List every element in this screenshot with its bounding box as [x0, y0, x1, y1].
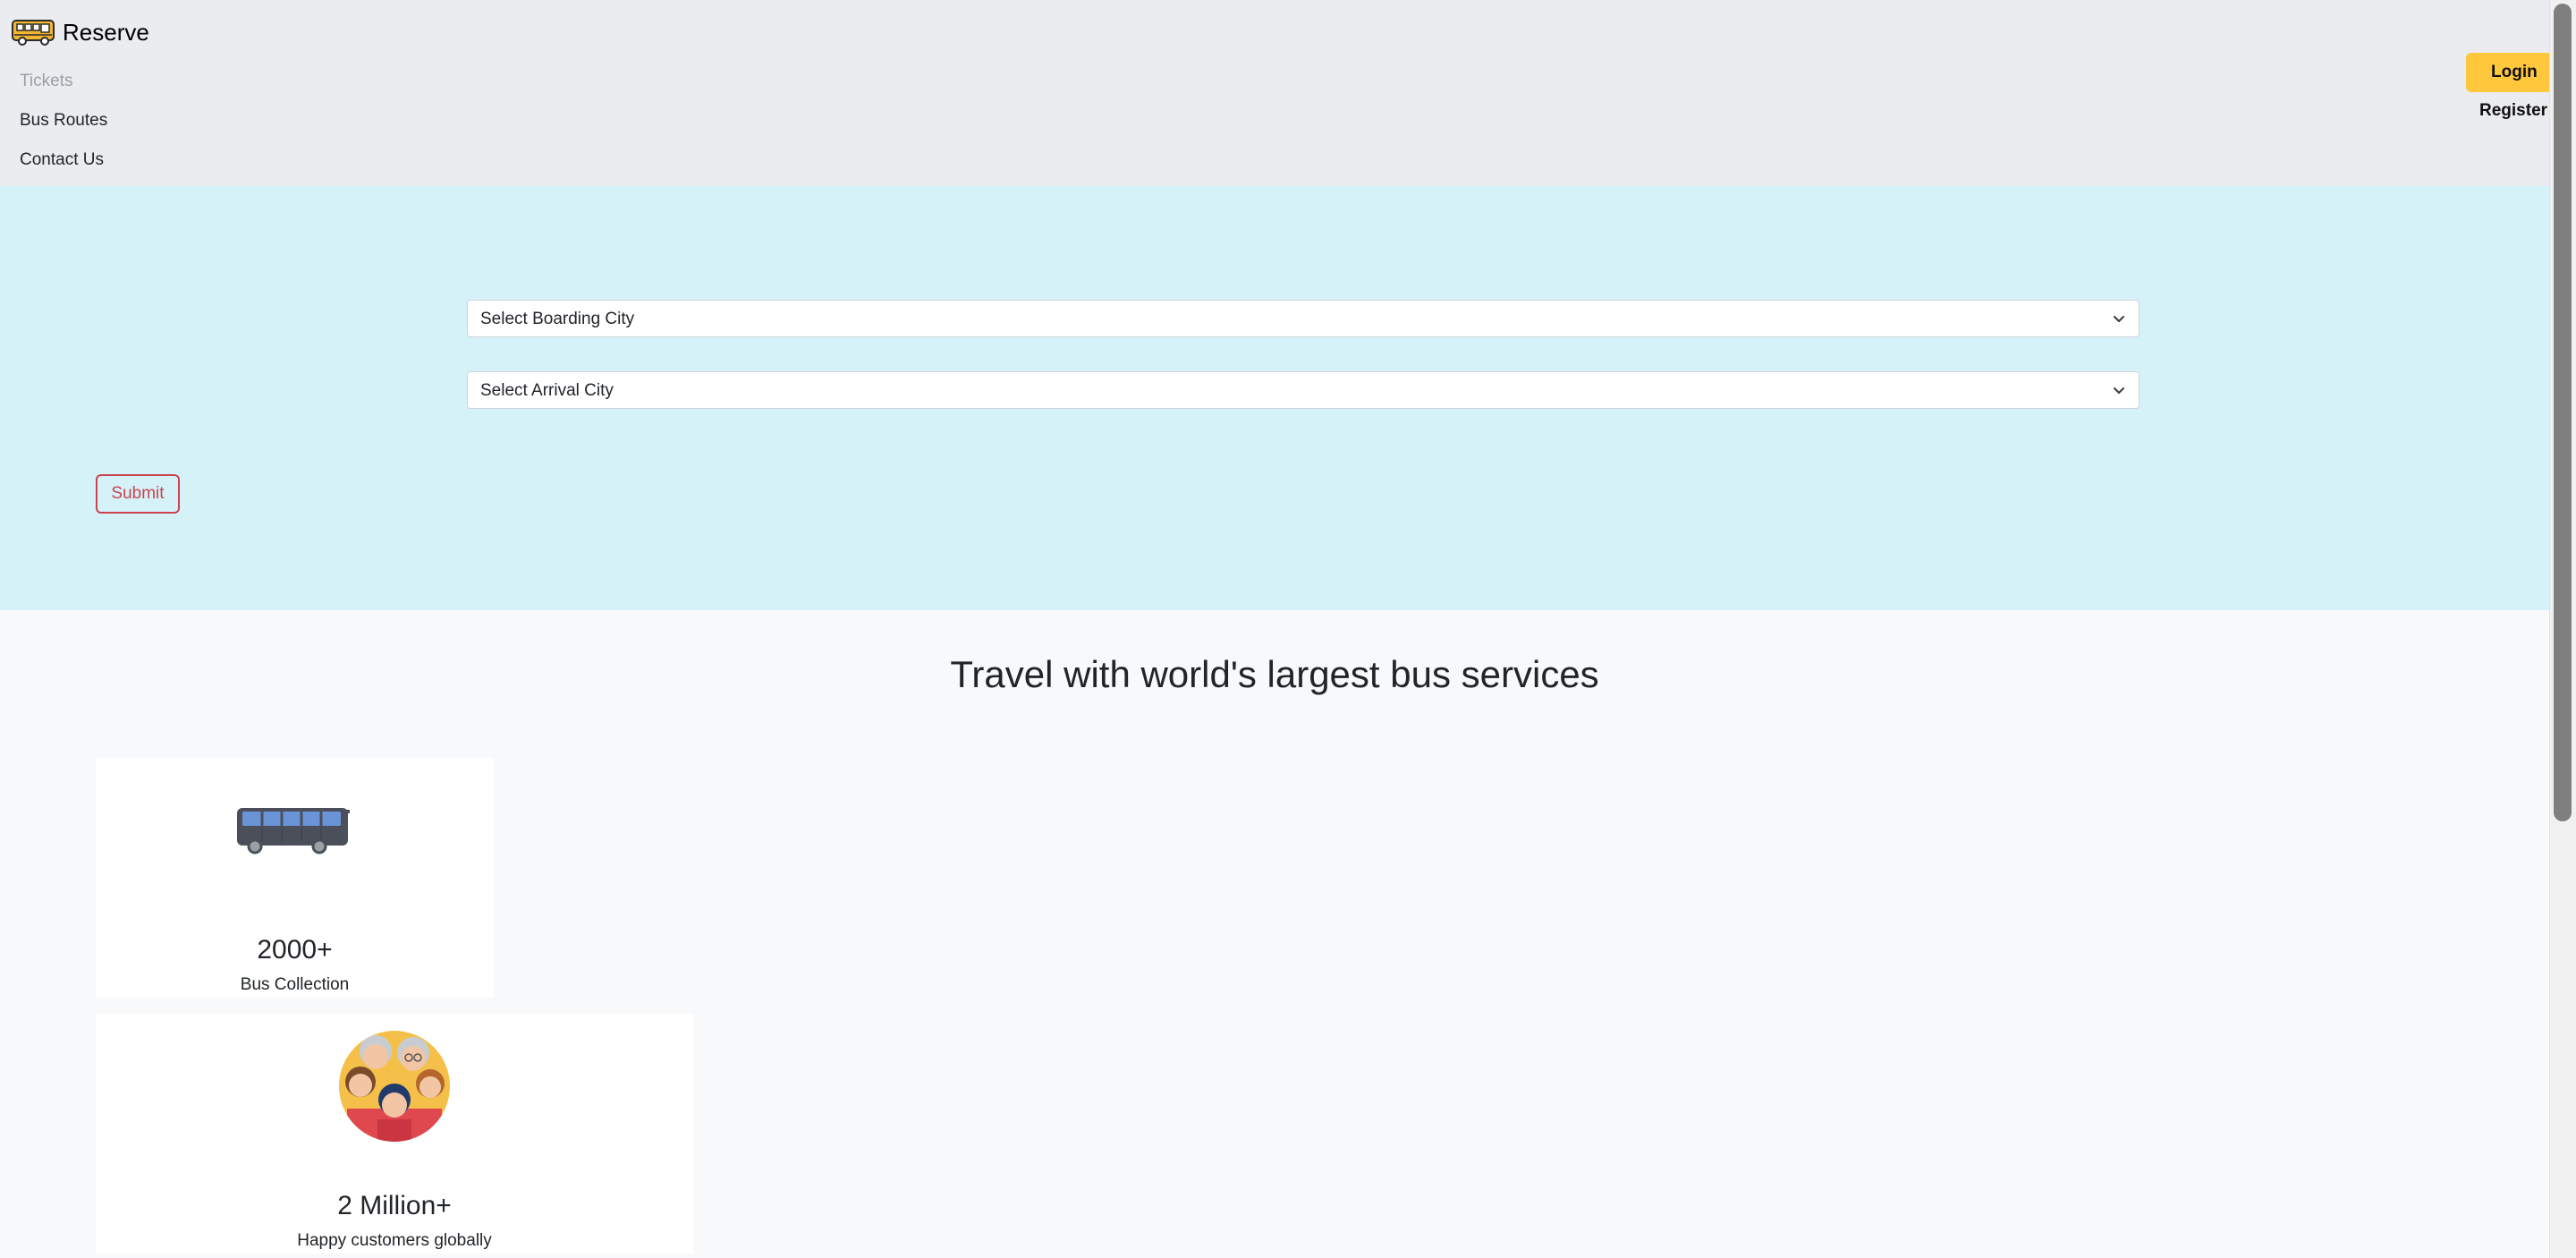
- stat-number: 2 Million+: [337, 1191, 452, 1220]
- brand-name: Reserve: [63, 18, 149, 46]
- search-section: Select Boarding City Select Arrival City…: [0, 186, 2549, 610]
- stat-card-bus-collection: 2000+ Bus Collection: [96, 758, 494, 998]
- nav-item-contact-us[interactable]: Contact Us: [20, 150, 104, 170]
- submit-button[interactable]: Submit: [96, 474, 180, 514]
- nav-item-bus-routes[interactable]: Bus Routes: [20, 111, 107, 131]
- scrollbar-thumb[interactable]: [2554, 4, 2572, 821]
- stat-label: Happy customers globally: [297, 1231, 492, 1250]
- brand-link[interactable]: Reserve: [11, 16, 149, 48]
- bus-icon: [237, 808, 350, 854]
- stat-card-happy-customers: 2 Million+ Happy customers globally: [96, 1014, 693, 1254]
- chevron-down-icon: [2114, 316, 2124, 322]
- arrival-city-value: Select Arrival City: [480, 381, 614, 400]
- bus-logo-icon: [12, 20, 55, 46]
- register-link[interactable]: Register: [2479, 101, 2547, 121]
- page-scrollbar[interactable]: [2549, 0, 2576, 1258]
- page: Reserve Tickets Bus Routes Contact Us Lo…: [0, 0, 2549, 1258]
- chevron-down-icon: [2114, 387, 2124, 394]
- stat-number: 2000+: [257, 935, 333, 965]
- stats-title: Travel with world's largest bus services: [950, 653, 1599, 695]
- login-button[interactable]: Login: [2466, 53, 2549, 92]
- arrival-city-select[interactable]: Select Arrival City: [467, 371, 2140, 409]
- customers-icon: [339, 1031, 450, 1142]
- boarding-city-select[interactable]: Select Boarding City: [467, 300, 2140, 337]
- boarding-city-value: Select Boarding City: [480, 310, 635, 328]
- navbar: Reserve Tickets Bus Routes Contact Us Lo…: [0, 0, 2549, 186]
- stat-label: Bus Collection: [240, 975, 350, 994]
- nav-item-tickets[interactable]: Tickets: [20, 72, 72, 91]
